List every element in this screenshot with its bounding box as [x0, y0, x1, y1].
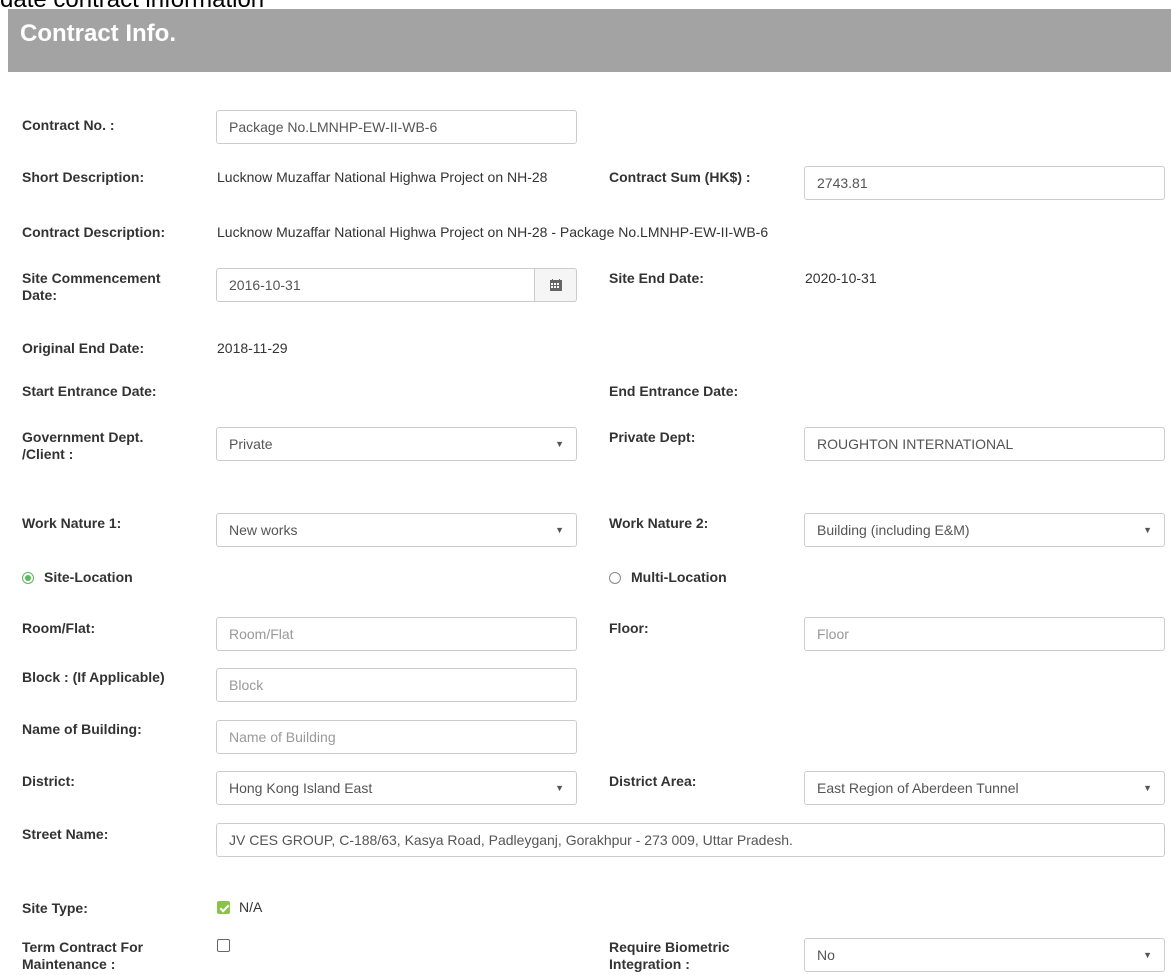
term-contract-label-line2: Maintenance : — [22, 956, 116, 972]
short-description-label: Short Description: — [22, 169, 145, 185]
street-name-label: Street Name: — [22, 826, 109, 842]
biometric-label: Require Biometric Integration : — [609, 939, 730, 973]
private-dept-label: Private Dept: — [609, 429, 696, 445]
site-location-label: Site-Location — [44, 569, 133, 585]
contract-no-label: Contract No. : — [22, 117, 115, 133]
term-contract-label-line1: Term Contract For — [22, 939, 144, 955]
original-end-value: 2018-11-29 — [217, 340, 288, 356]
district-selected: Hong Kong Island East — [229, 780, 373, 796]
biometric-label-line1: Require Biometric — [609, 939, 730, 955]
block-label: Block : (If Applicable) — [22, 669, 165, 685]
district-label: District: — [22, 773, 75, 789]
street-name-input[interactable]: JV CES GROUP, C-188/63, Kasya Road, Padl… — [216, 823, 1165, 857]
government-dept-label-line1: Government Dept. — [22, 429, 144, 445]
floor-label: Floor: — [609, 620, 649, 636]
original-end-label: Original End Date: — [22, 340, 145, 356]
chevron-down-icon: ▼ — [1143, 783, 1152, 793]
chevron-down-icon: ▼ — [1143, 525, 1152, 535]
site-commencement-input[interactable]: 2016-10-31 — [216, 268, 535, 302]
contract-description-value: Lucknow Muzaffar National Highwa Project… — [217, 224, 769, 240]
government-dept-select[interactable]: Private ▼ — [216, 427, 577, 461]
district-area-selected: East Region of Aberdeen Tunnel — [817, 780, 1019, 796]
chevron-down-icon: ▼ — [1143, 950, 1152, 960]
site-location-option[interactable]: Site-Location — [22, 569, 133, 586]
contract-sum-input[interactable]: 2743.81 — [804, 166, 1165, 200]
chevron-down-icon: ▼ — [555, 525, 564, 535]
contract-sum-label: Contract Sum (HK$) : — [609, 169, 751, 185]
government-dept-selected: Private — [229, 436, 273, 452]
term-contract-label: Term Contract For Maintenance : — [22, 939, 143, 973]
work-nature-2-label: Work Nature 2: — [609, 515, 709, 531]
work-nature-1-label: Work Nature 1: — [22, 515, 122, 531]
government-dept-label: Government Dept. /Client : — [22, 429, 143, 463]
building-name-label: Name of Building: — [22, 721, 142, 737]
floor-input[interactable]: Floor — [804, 617, 1165, 651]
multi-location-radio[interactable] — [609, 571, 621, 584]
site-location-radio[interactable] — [22, 571, 34, 584]
district-select[interactable]: Hong Kong Island East ▼ — [216, 771, 577, 805]
private-dept-input[interactable]: ROUGHTON INTERNATIONAL — [804, 427, 1165, 461]
site-type-label: Site Type: — [22, 900, 88, 916]
building-name-input[interactable]: Name of Building — [216, 720, 577, 754]
site-type-checkbox[interactable] — [217, 901, 230, 914]
contract-description-label: Contract Description: — [22, 224, 166, 240]
short-description-value: Lucknow Muzaffar National Highwa Project… — [217, 169, 548, 185]
site-commencement-label: Site Commencement Date: — [22, 270, 202, 304]
work-nature-2-select[interactable]: Building (including E&M) ▼ — [804, 513, 1165, 547]
term-contract-checkbox[interactable] — [217, 939, 230, 952]
contract-no-input[interactable]: Package No.LMNHP-EW-II-WB-6 — [216, 110, 577, 144]
section-title: Contract Info. — [20, 20, 176, 47]
site-end-label: Site End Date: — [609, 270, 704, 286]
room-flat-input[interactable]: Room/Flat — [216, 617, 577, 651]
district-area-select[interactable]: East Region of Aberdeen Tunnel ▼ — [804, 771, 1165, 805]
biometric-label-line2: Integration : — [609, 956, 690, 972]
chevron-down-icon: ▼ — [555, 439, 564, 449]
work-nature-1-selected: New works — [229, 522, 298, 538]
district-area-label: District Area: — [609, 773, 697, 789]
multi-location-option[interactable]: Multi-Location — [609, 569, 727, 586]
section-header: Contract Info. — [8, 9, 1171, 72]
biometric-selected: No — [817, 947, 835, 963]
site-end-value: 2020-10-31 — [805, 270, 877, 286]
government-dept-label-line2: /Client : — [22, 446, 74, 462]
end-entrance-label: End Entrance Date: — [609, 383, 739, 399]
room-flat-label: Room/Flat: — [22, 620, 96, 636]
block-input[interactable]: Block — [216, 668, 577, 702]
site-commencement-label-line1: Site Commencement — [22, 270, 161, 286]
calendar-button[interactable] — [535, 268, 577, 302]
calendar-icon — [549, 279, 562, 291]
site-type-option-label: N/A — [239, 899, 263, 915]
work-nature-2-selected: Building (including E&M) — [817, 522, 970, 538]
site-type-option[interactable]: N/A — [217, 899, 262, 916]
work-nature-1-select[interactable]: New works ▼ — [216, 513, 577, 547]
start-entrance-label: Start Entrance Date: — [22, 383, 157, 399]
biometric-select[interactable]: No ▼ — [804, 938, 1165, 972]
site-commencement-date-picker: 2016-10-31 — [216, 268, 577, 302]
chevron-down-icon: ▼ — [555, 783, 564, 793]
multi-location-label: Multi-Location — [631, 569, 727, 585]
site-commencement-label-line2: Date: — [22, 287, 58, 303]
